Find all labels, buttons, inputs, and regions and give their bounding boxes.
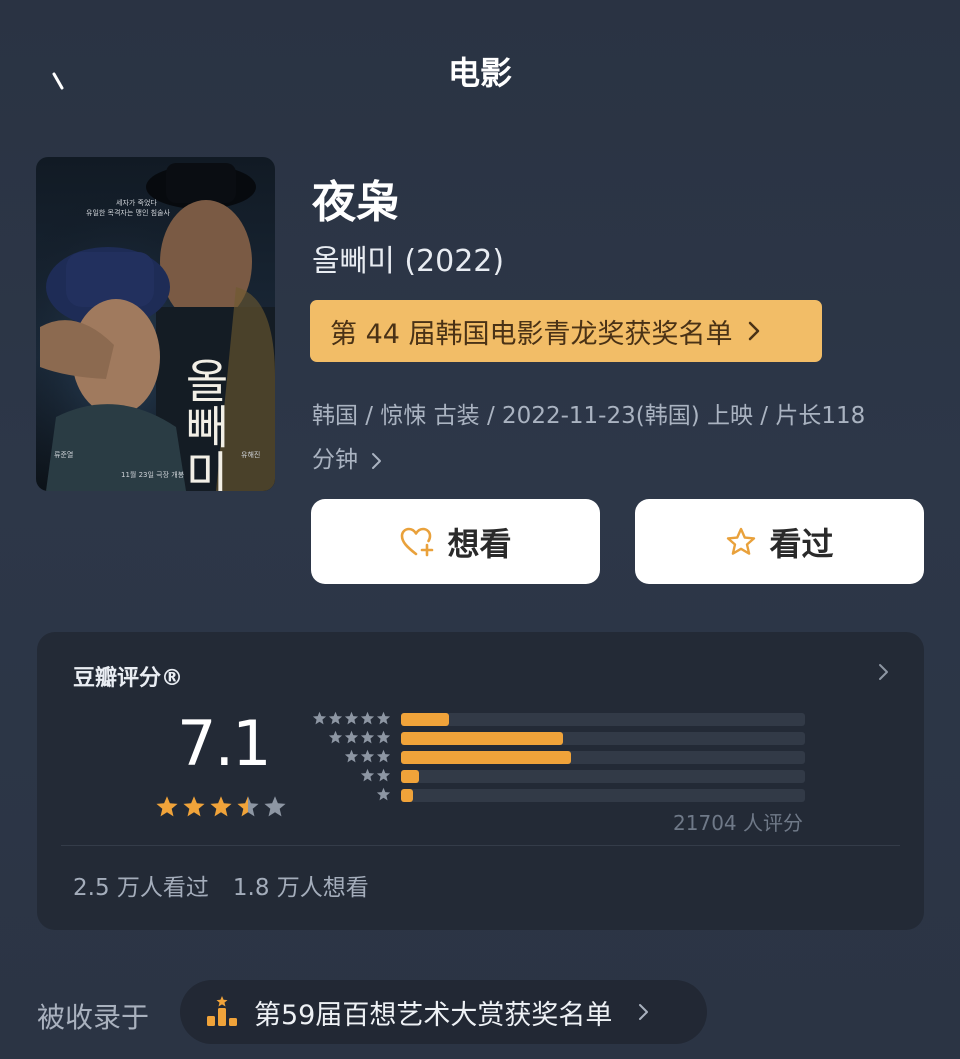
want-to-watch-button[interactable]: 想看 [311, 499, 600, 584]
star-icon [376, 730, 391, 744]
want-count: 1.8 万人想看 [232, 875, 369, 901]
row-stars [312, 711, 391, 726]
star-icon [360, 768, 375, 782]
star-icon [376, 787, 391, 801]
movie-title: 夜枭 [312, 177, 400, 228]
rating-distribution [305, 710, 805, 805]
heart-plus-icon [401, 527, 434, 556]
poster-actor-left: 류준열 [54, 451, 73, 459]
rating-count: 21704 人评分 [673, 811, 803, 835]
divider [61, 845, 900, 846]
rating-bar-fill [401, 732, 563, 745]
row-stars [376, 787, 391, 802]
page-title: 电影 [447, 54, 512, 92]
star-icon [727, 527, 756, 555]
award-list-label: 第 44 届韩国电影青龙奖获奖名单 [330, 318, 733, 350]
rating-card[interactable]: 豆瓣评分® 7.1 21704 人评分 2.5 万人看过 1.8 万人想看 [37, 632, 924, 930]
star-filled-icon [156, 796, 178, 817]
rating-row-1-star [305, 786, 805, 805]
watched-count: 2.5 万人看过 [73, 875, 209, 901]
rating-bar-track [401, 751, 805, 764]
chevron-right-icon [748, 321, 759, 341]
award-list-banner[interactable]: 第 44 届韩国电影青龙奖获奖名单 [310, 300, 822, 362]
star-half-icon [237, 796, 259, 817]
ranking-icon [207, 996, 237, 1026]
rating-row-5-star [305, 710, 805, 729]
star-icon [376, 768, 391, 782]
collection-item[interactable]: 第59届百想艺术大赏获奖名单 [180, 980, 707, 1044]
rating-bar-track [401, 789, 805, 802]
movie-meta-line2: 分钟 [312, 447, 358, 473]
star-icon [344, 711, 359, 725]
rating-bar-fill [401, 751, 571, 764]
chevron-right-icon [372, 452, 382, 469]
poster-release-note: 11월 23일 극장 개봉 [121, 470, 185, 479]
rating-bar-fill [401, 770, 420, 783]
rating-bar-fill [401, 789, 414, 802]
collected-in-label: 被收录于 [37, 1001, 150, 1034]
rating-stars [155, 795, 287, 819]
row-stars [360, 768, 391, 783]
star-icon [360, 711, 375, 725]
star-icon [344, 749, 359, 763]
poster-korean-title: 올빼미 [177, 357, 231, 491]
want-to-watch-label: 想看 [447, 524, 512, 563]
star-icon [312, 711, 327, 725]
poster-actor-right: 유해진 [241, 450, 260, 459]
star-empty-icon [264, 796, 286, 817]
movie-meta[interactable]: 韩国 / 惊悚 古装 / 2022-11-23(韩国) 上映 / 片长118 分… [312, 394, 932, 482]
header: 电影 [0, 0, 960, 140]
star-icon [328, 711, 343, 725]
row-stars [344, 749, 391, 764]
audience-stats: 2.5 万人看过 1.8 万人想看 [73, 868, 369, 902]
rating-score: 7.1 [177, 707, 272, 780]
movie-original-title: 올빼미 (2022) [312, 244, 505, 279]
star-icon [376, 749, 391, 763]
rating-row-4-star [305, 729, 805, 748]
rating-row-3-star [305, 748, 805, 767]
star-icon [360, 749, 375, 763]
poster-tagline-1: 세자가 죽었다 [116, 198, 157, 207]
poster-tagline-2: 유일한 목격자는 맹인 침술사 [86, 208, 171, 217]
row-stars [328, 730, 391, 745]
rating-bar-fill [401, 713, 450, 726]
rating-bar-track [401, 770, 805, 783]
rating-label: 豆瓣评分® [73, 666, 184, 691]
collection-item-label: 第59届百想艺术大赏获奖名单 [254, 999, 613, 1031]
star-filled-icon [183, 796, 205, 817]
star-icon [360, 730, 375, 744]
chevron-right-icon [639, 1004, 648, 1020]
star-icon [328, 730, 343, 744]
movie-poster[interactable]: 올빼미 세자가 죽었다 유일한 목격자는 맹인 침술사 11월 23일 극장 개… [36, 157, 275, 491]
star-icon [376, 711, 391, 725]
rating-bar-track [401, 713, 805, 726]
rating-bar-track [401, 732, 805, 745]
star-icon [344, 730, 359, 744]
watched-label: 看过 [769, 524, 834, 563]
rating-row-2-star [305, 767, 805, 786]
star-filled-icon [210, 796, 232, 817]
movie-meta-line1: 韩国 / 惊悚 古装 / 2022-11-23(韩国) 上映 / 片长118 [312, 403, 866, 429]
watched-button[interactable]: 看过 [635, 499, 924, 584]
chevron-right-icon[interactable] [878, 662, 890, 682]
